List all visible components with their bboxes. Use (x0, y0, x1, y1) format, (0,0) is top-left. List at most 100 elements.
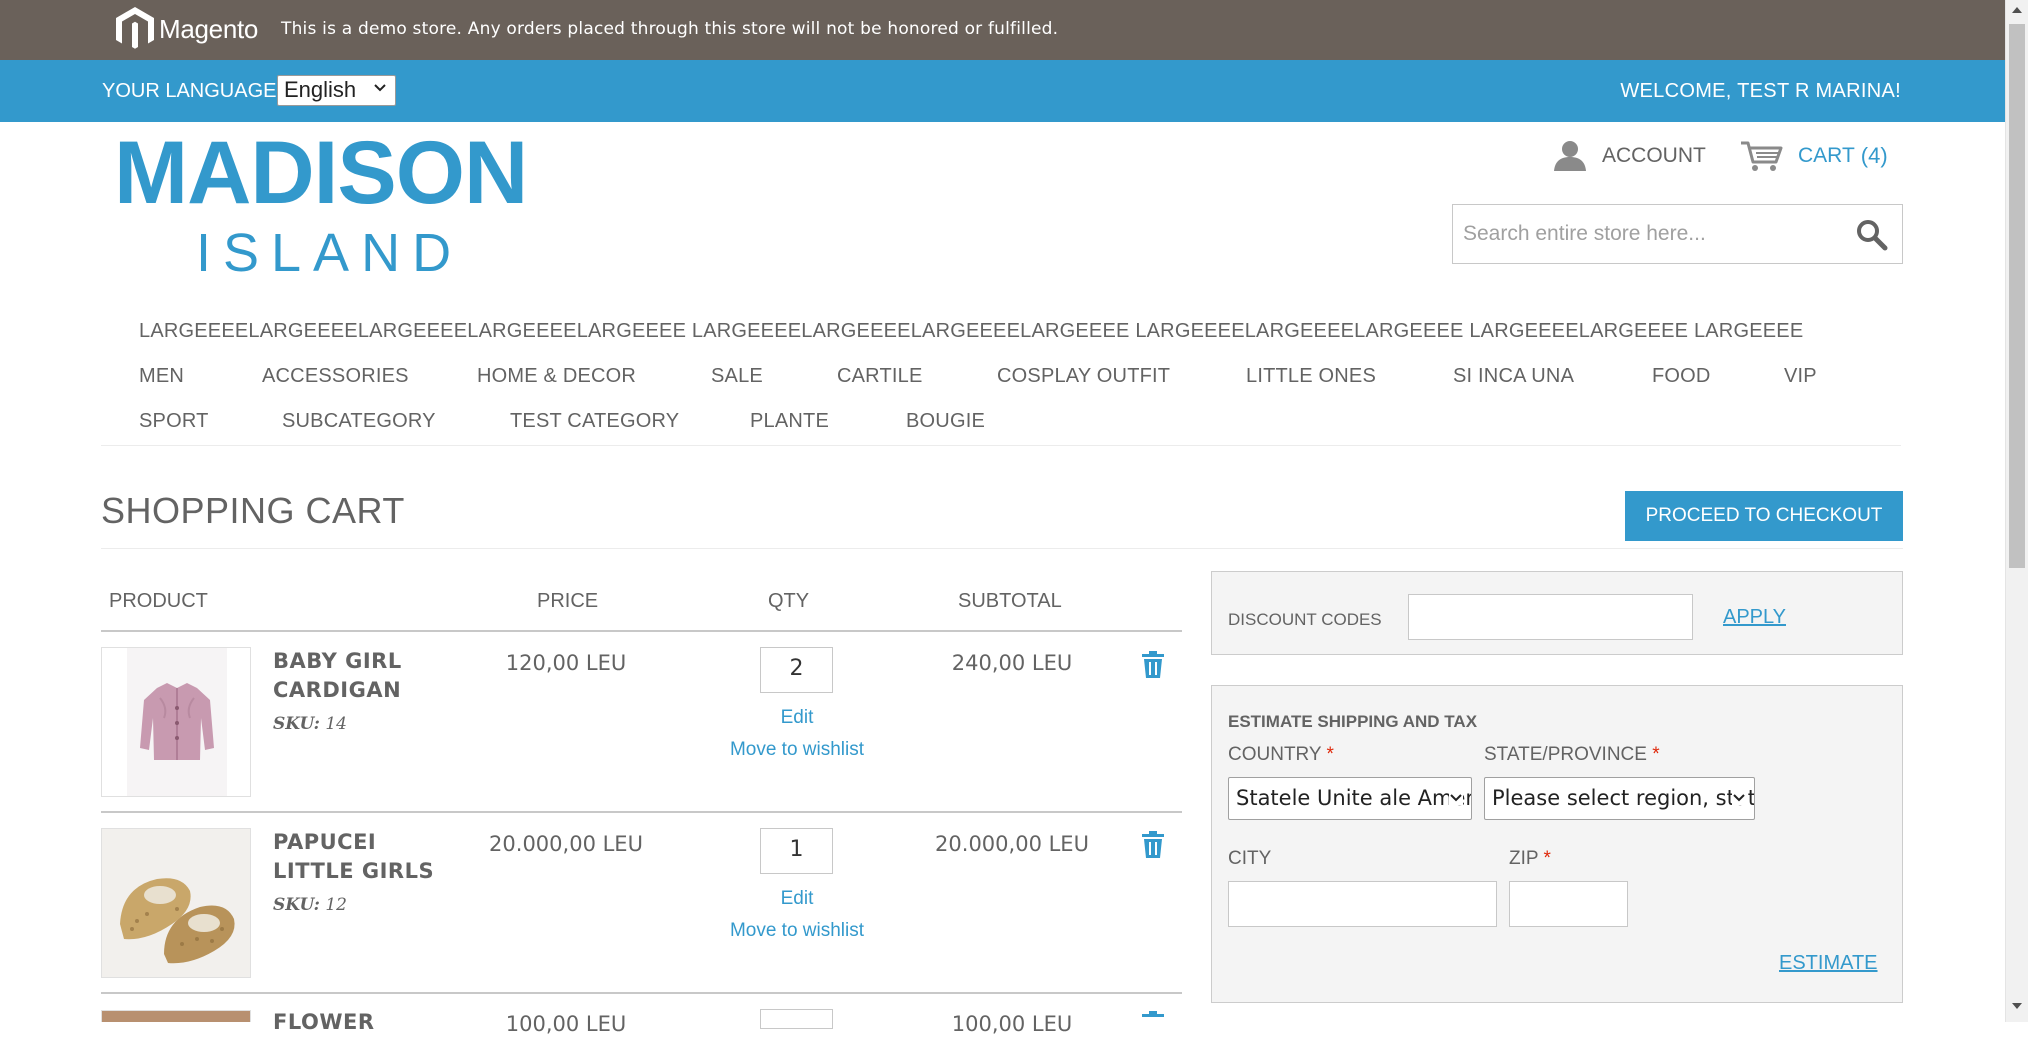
product-name[interactable]: PAPUCEI LITTLE GIRLS (273, 828, 448, 886)
estimate-link[interactable]: ESTIMATE (1779, 952, 1878, 975)
user-icon (1554, 141, 1586, 171)
nav-item-si-inca-una[interactable]: SI INCA UNA (1453, 365, 1574, 388)
discount-code-input[interactable] (1408, 594, 1693, 640)
state-label-text: STATE/PROVINCE (1484, 744, 1647, 765)
page-title: SHOPPING CART (101, 490, 405, 531)
cardigan-image (127, 648, 227, 796)
sku-label: SKU: (273, 895, 320, 915)
product-name[interactable]: BABY GIRL CARDIGAN (273, 647, 448, 705)
product-image-baby-girl-cardigan[interactable] (101, 647, 251, 797)
cart-link[interactable]: CART (4) (1740, 138, 1888, 174)
scroll-down-arrow-icon[interactable] (2012, 1002, 2022, 1010)
account-label: ACCOUNT (1602, 144, 1706, 167)
nav-item-plante[interactable]: PLANTE (750, 410, 829, 433)
state-label: STATE/PROVINCE * (1484, 744, 1660, 766)
proceed-to-checkout-button[interactable]: PROCEED TO CHECKOUT (1625, 491, 1903, 541)
logo-line-madison: MADISON (114, 122, 528, 222)
city-label: CITY (1228, 848, 1272, 869)
store-logo[interactable]: MADISON ISLAND (114, 122, 528, 283)
product-sku: SKU: 12 (273, 895, 347, 915)
column-header-subtotal: SUBTOTAL (958, 590, 1062, 612)
row-divider (101, 811, 1182, 813)
qty-input[interactable]: 1 (760, 828, 833, 874)
qty-input[interactable]: 2 (760, 647, 833, 693)
search-box (1452, 204, 1903, 264)
sku-value: 14 (325, 714, 347, 734)
search-input[interactable] (1463, 219, 1833, 249)
required-mark: * (1652, 744, 1660, 765)
required-mark: * (1543, 848, 1551, 869)
estimate-shipping-panel: ESTIMATE SHIPPING AND TAX COUNTRY * Stat… (1211, 685, 1903, 1003)
product-price: 20.000,00 LEU (489, 832, 643, 856)
nav-item-men[interactable]: MEN (139, 365, 184, 388)
product-subtotal: 20.000,00 LEU (935, 832, 1089, 856)
product-sku: SKU: 14 (273, 714, 347, 734)
nav-item-cartile[interactable]: CARTILE (837, 365, 923, 388)
cart-label: CART (1798, 144, 1855, 167)
chevron-down-icon (374, 84, 386, 92)
product-price: 120,00 LEU (505, 651, 627, 675)
scroll-up-arrow-icon[interactable] (2012, 6, 2022, 14)
magento-wordmark: Magento (159, 13, 259, 44)
nav-item-largeeee[interactable]: LARGEEEELARGEEEELARGEEEELARGEEEELARGEEEE… (139, 320, 1803, 343)
nav-item-subcategory[interactable]: SUBCATEGORY (282, 410, 436, 433)
apply-discount-link[interactable]: APPLY (1723, 606, 1786, 629)
qty-input[interactable] (760, 1009, 833, 1029)
edit-link[interactable]: Edit (697, 888, 897, 910)
page-scrollbar[interactable] (2005, 0, 2028, 1022)
nav-item-accessories[interactable]: ACCESSORIES (262, 365, 409, 388)
discount-codes-label: DISCOUNT CODES (1228, 610, 1382, 629)
nav-item-food[interactable]: FOOD (1652, 365, 1711, 388)
product-name[interactable]: FLOWER (273, 1008, 448, 1037)
country-label-text: COUNTRY (1228, 744, 1322, 765)
nav-item-home-decor[interactable]: HOME & DECOR (477, 365, 636, 388)
trash-icon[interactable] (1141, 651, 1165, 679)
trash-icon[interactable] (1141, 831, 1165, 859)
nav-item-vip[interactable]: VIP (1784, 365, 1817, 388)
move-to-wishlist-link[interactable]: Move to wishlist (697, 739, 897, 761)
product-image-flower[interactable] (101, 1010, 251, 1022)
search-icon (1857, 220, 1888, 251)
move-to-wishlist-link[interactable]: Move to wishlist (697, 920, 897, 942)
search-button[interactable] (1856, 219, 1888, 251)
demo-notice-bar: Magento This is a demo store. Any orders… (0, 0, 2005, 60)
nav-item-little-ones[interactable]: LITTLE ONES (1246, 365, 1376, 388)
required-mark: * (1326, 744, 1334, 765)
product-subtotal: 240,00 LEU (951, 651, 1073, 675)
nav-item-sport[interactable]: SPORT (139, 410, 209, 433)
nav-item-sale[interactable]: SALE (711, 365, 763, 388)
demo-notice-text: This is a demo store. Any orders placed … (281, 19, 1059, 39)
column-header-qty: QTY (768, 590, 810, 612)
state-select[interactable]: Please select region, state or province (1484, 777, 1755, 820)
product-price: 100,00 LEU (505, 1012, 627, 1036)
logo-line-island: ISLAND (196, 223, 464, 283)
zip-input[interactable] (1509, 881, 1628, 927)
product-image-papucei-little-girls[interactable] (101, 828, 251, 978)
chevron-down-icon (1449, 791, 1463, 805)
magento-hex-icon (116, 7, 154, 49)
language-select[interactable]: English (277, 75, 396, 106)
language-bar: YOUR LANGUAGE: English WELCOME, TEST R M… (0, 60, 2005, 122)
edit-link[interactable]: Edit (697, 707, 897, 729)
country-select[interactable]: Statele Unite ale Americii (1228, 777, 1472, 820)
welcome-message: WELCOME, TEST R MARINA! (1620, 80, 1901, 102)
trash-icon[interactable] (1141, 1011, 1165, 1039)
sku-label: SKU: (273, 714, 320, 734)
country-selected-value: Statele Unite ale Americii (1236, 786, 1472, 810)
account-link[interactable]: ACCOUNT (1552, 138, 1706, 174)
language-selected-value: English (284, 77, 357, 102)
nav-item-cosplay-outfit[interactable]: COSPLAY OUTFIT (997, 365, 1170, 388)
estimate-shipping-title: ESTIMATE SHIPPING AND TAX (1228, 712, 1478, 731)
cart-icon (1741, 141, 1783, 171)
row-divider (101, 992, 1182, 994)
scrollbar-thumb[interactable] (2009, 24, 2025, 568)
product-subtotal: 100,00 LEU (951, 1012, 1073, 1036)
city-input[interactable] (1228, 881, 1497, 927)
column-header-price: PRICE (537, 590, 599, 612)
country-label: COUNTRY * (1228, 744, 1334, 766)
nav-item-bougie[interactable]: BOUGIE (906, 410, 985, 433)
magento-logo: Magento (115, 6, 258, 52)
divider (101, 548, 1903, 549)
main-navigation: LARGEEEELARGEEEELARGEEEELARGEEEELARGEEEE… (101, 310, 1901, 446)
nav-item-test-category[interactable]: TEST CATEGORY (510, 410, 679, 433)
